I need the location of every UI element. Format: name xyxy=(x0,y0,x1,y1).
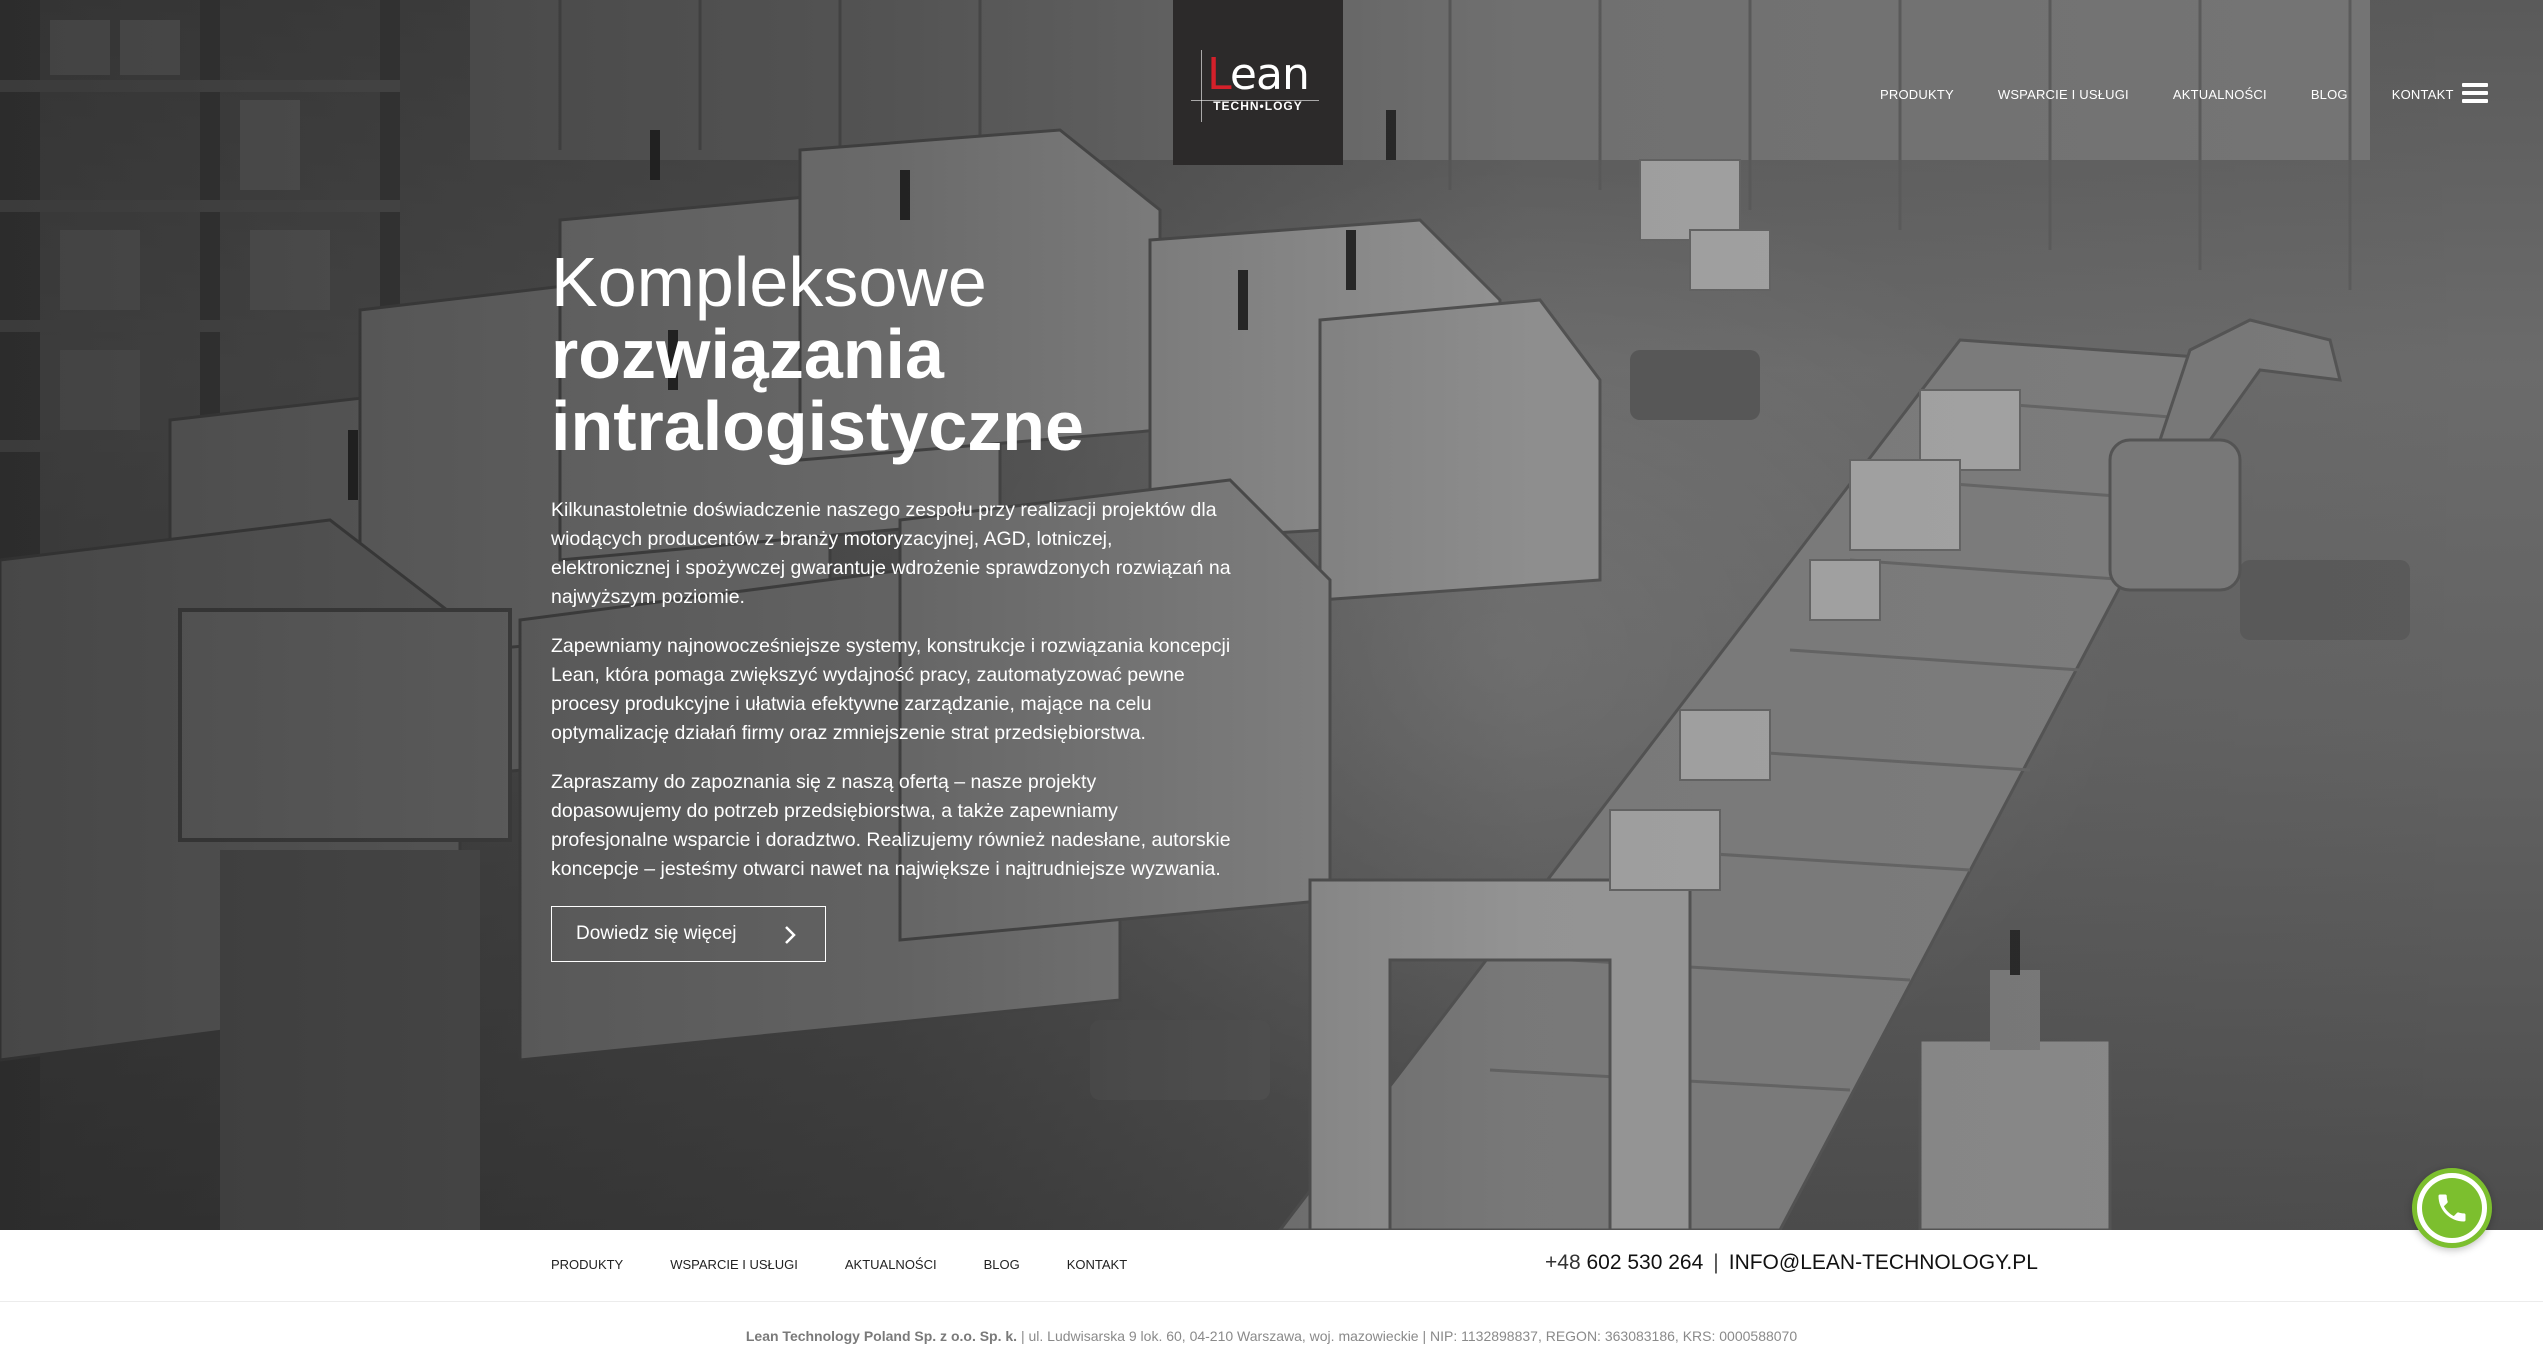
nav-item-produkty[interactable]: PRODUKTY xyxy=(1880,87,1954,102)
top-navigation: PRODUKTY WSPARCIE I USŁUGI AKTUALNOŚCI B… xyxy=(1880,87,2498,102)
legal-info: Lean Technology Poland Sp. z o.o. Sp. k.… xyxy=(0,1328,2543,1344)
footer-nav-wsparcie[interactable]: WSPARCIE I USŁUGI xyxy=(670,1257,798,1272)
learn-more-label: Dowiedz się więcej xyxy=(576,923,737,944)
hamburger-icon[interactable] xyxy=(2462,83,2488,105)
nav-item-kontakt[interactable]: KONTAKT xyxy=(2392,87,2454,102)
nav-item-aktualnosci[interactable]: AKTUALNOŚCI xyxy=(2173,87,2267,102)
contact-info: +48 602 530 264 | INFO@LEAN-TECHNOLOGY.PL xyxy=(1545,1251,2038,1275)
footer-nav-kontakt[interactable]: KONTAKT xyxy=(1067,1257,1127,1272)
hero-paragraph: Kilkunastoletnie doświadczenie naszego z… xyxy=(551,499,1231,608)
headline-line-1: Kompleksowe xyxy=(551,243,987,321)
nav-item-wsparcie[interactable]: WSPARCIE I USŁUGI xyxy=(1998,87,2129,102)
footer-nav-blog[interactable]: BLOG xyxy=(984,1257,1020,1272)
headline-line-2: rozwiązania xyxy=(551,315,944,393)
email-link[interactable]: INFO@LEAN-TECHNOLOGY.PL xyxy=(1729,1251,2038,1274)
logo-crosshair-vertical xyxy=(1201,50,1202,122)
hero-headline: Kompleksowe rozwiązania intralogistyczne xyxy=(551,246,1084,462)
phone-prefix: +48 xyxy=(1545,1251,1581,1274)
learn-more-button[interactable]: Dowiedz się więcej xyxy=(551,906,826,962)
phone-icon xyxy=(2438,1194,2466,1222)
site-logo[interactable]: Lean TECHN•LOGY xyxy=(1173,0,1343,165)
hero-copy: Kilkunastoletnie doświadczenie naszego z… xyxy=(551,496,1231,904)
phone-icon-bg xyxy=(2422,1178,2482,1238)
phone-number: 602 530 264 xyxy=(1586,1251,1704,1274)
contact-separator: | xyxy=(1713,1251,1719,1274)
legal-company-name: Lean Technology Poland Sp. z o.o. Sp. k. xyxy=(745,1328,1018,1344)
logo-wordmark: Lean xyxy=(1207,48,1310,100)
footer-nav-aktualnosci[interactable]: AKTUALNOŚCI xyxy=(845,1257,937,1272)
phone-link[interactable]: +48 602 530 264 xyxy=(1545,1251,1703,1274)
headline-line-3: intralogistyczne xyxy=(551,387,1084,465)
hero-paragraph: Zapewniamy najnowocześniejsze systemy, k… xyxy=(551,635,1231,744)
hero-section: Kompleksowe rozwiązania intralogistyczne… xyxy=(0,0,2543,1230)
footer-bar: PRODUKTY WSPARCIE I USŁUGI AKTUALNOŚCI B… xyxy=(0,1230,2543,1302)
footer-nav-produkty[interactable]: PRODUKTY xyxy=(551,1257,623,1272)
chevron-right-icon xyxy=(785,926,796,944)
nav-item-blog[interactable]: BLOG xyxy=(2311,87,2348,102)
legal-address: | ul. Ludwisarska 9 lok. 60, 04-210 Wars… xyxy=(1017,1328,1798,1344)
logo-crosshair-horizontal xyxy=(1191,100,1319,101)
hero-paragraph: Zapraszamy do zapoznania się z naszą ofe… xyxy=(551,771,1231,880)
footer-navigation: PRODUKTY WSPARCIE I USŁUGI AKTUALNOŚCI B… xyxy=(551,1257,1174,1272)
hero-overlay xyxy=(0,0,2543,1230)
call-button[interactable] xyxy=(2412,1168,2492,1248)
